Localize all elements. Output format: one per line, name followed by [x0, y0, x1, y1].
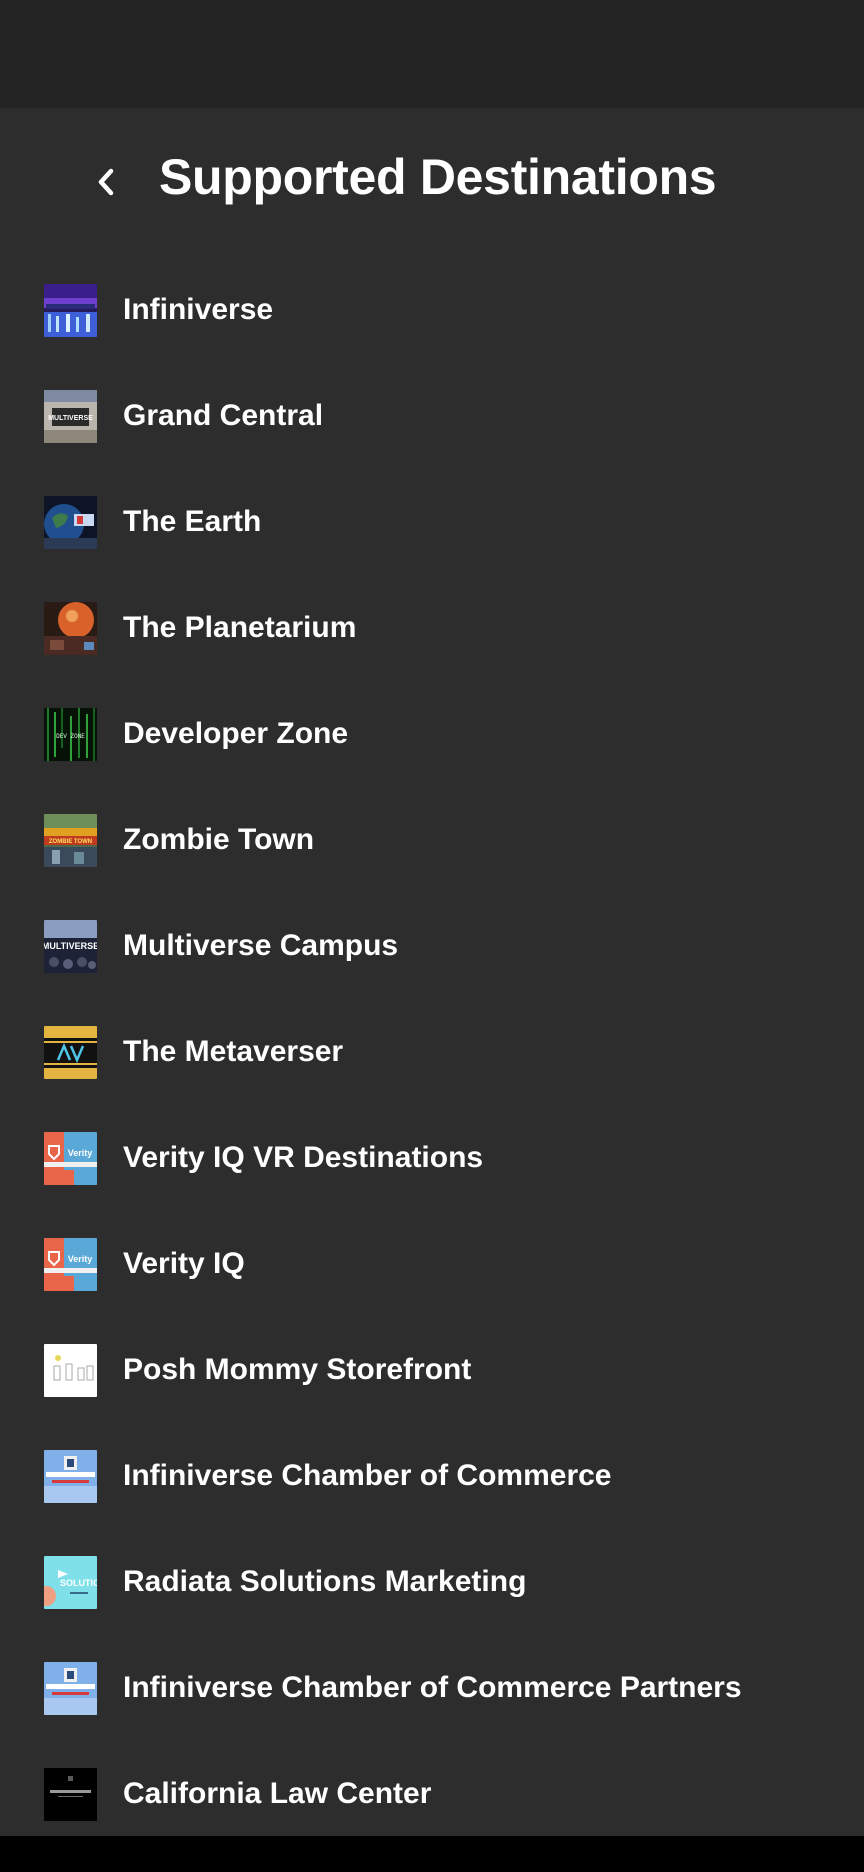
destination-item-chamber-partners[interactable]: Infiniverse Chamber of Commerce Partners — [0, 1636, 864, 1742]
chamber-partners-thumbnail — [44, 1662, 97, 1715]
metaverser-thumbnail — [44, 1026, 97, 1079]
radiata-thumbnail: SOLUTIO — [44, 1556, 97, 1609]
thumb-text: ZOMBIE TOWN — [49, 839, 92, 845]
destination-label: Infiniverse Chamber of Commerce Partners — [123, 1671, 742, 1704]
destination-item-verity-iq-vr[interactable]: Verity Verity IQ VR Destinations — [0, 1106, 864, 1212]
thumb-text: MULTIVERSE — [44, 941, 97, 951]
earth-thumbnail — [44, 496, 97, 549]
destination-label: Developer Zone — [123, 717, 349, 750]
thumb-text: SOLUTIO — [60, 1578, 97, 1588]
navigation-bar — [0, 1836, 864, 1872]
grand-central-thumbnail: MULTIVERSE — [44, 390, 97, 443]
destination-label: Infiniverse Chamber of Commerce — [123, 1459, 612, 1492]
destination-label: Zombie Town — [123, 823, 315, 856]
header: Supported Destinations — [0, 138, 864, 222]
destination-label: Posh Mommy Storefront — [123, 1353, 472, 1386]
back-button[interactable] — [78, 156, 134, 212]
destination-label: Verity IQ — [123, 1247, 245, 1280]
california-law-thumbnail — [44, 1768, 97, 1821]
thumb-text: Verity — [68, 1148, 93, 1158]
infiniverse-thumbnail — [44, 284, 97, 337]
destination-label: The Earth — [123, 505, 262, 538]
destination-item-chamber-of-commerce[interactable]: Infiniverse Chamber of Commerce — [0, 1424, 864, 1530]
destination-item-developer-zone[interactable]: DEV ZONE Developer Zone — [0, 682, 864, 788]
destination-item-the-metaverser[interactable]: The Metaverser — [0, 1000, 864, 1106]
destination-label: Grand Central — [123, 399, 324, 432]
thumb-text: DEV ZONE — [56, 733, 85, 740]
destination-label: The Planetarium — [123, 611, 357, 644]
destinations-screen: Supported Destinations Infiniverse MULTI… — [0, 108, 864, 1836]
developer-zone-thumbnail: DEV ZONE — [44, 708, 97, 761]
destination-item-the-planetarium[interactable]: The Planetarium — [0, 576, 864, 682]
multiverse-campus-thumbnail: MULTIVERSE — [44, 920, 97, 973]
destination-label: The Metaverser — [123, 1035, 344, 1068]
destination-item-multiverse-campus[interactable]: MULTIVERSE Multiverse Campus — [0, 894, 864, 1000]
chevron-left-icon — [94, 166, 118, 203]
status-bar — [0, 0, 864, 108]
destination-item-radiata[interactable]: SOLUTIO Radiata Solutions Marketing — [0, 1530, 864, 1636]
posh-mommy-thumbnail — [44, 1344, 97, 1397]
destination-label: Infiniverse — [123, 293, 274, 326]
thumb-text: Verity — [68, 1254, 93, 1264]
destination-item-the-earth[interactable]: The Earth — [0, 470, 864, 576]
page-title: Supported Destinations — [159, 149, 717, 205]
destination-label: California Law Center — [123, 1777, 432, 1810]
thumb-text: MULTIVERSE — [48, 415, 93, 422]
zombie-town-thumbnail: ZOMBIE TOWN — [44, 814, 97, 867]
destination-label: Radiata Solutions Marketing — [123, 1565, 527, 1598]
planetarium-thumbnail — [44, 602, 97, 655]
destination-item-grand-central[interactable]: MULTIVERSE Grand Central — [0, 364, 864, 470]
destination-label: Multiverse Campus — [123, 929, 399, 962]
destination-item-infiniverse[interactable]: Infiniverse — [0, 258, 864, 364]
destination-item-zombie-town[interactable]: ZOMBIE TOWN Zombie Town — [0, 788, 864, 894]
verity-iq-vr-thumbnail: Verity — [44, 1132, 97, 1185]
verity-iq-thumbnail: Verity — [44, 1238, 97, 1291]
destination-item-california-law-center[interactable]: California Law Center — [0, 1742, 864, 1848]
destination-item-verity-iq[interactable]: Verity Verity IQ — [0, 1212, 864, 1318]
destination-item-posh-mommy[interactable]: Posh Mommy Storefront — [0, 1318, 864, 1424]
destination-label: Verity IQ VR Destinations — [123, 1141, 484, 1174]
chamber-of-commerce-thumbnail — [44, 1450, 97, 1503]
